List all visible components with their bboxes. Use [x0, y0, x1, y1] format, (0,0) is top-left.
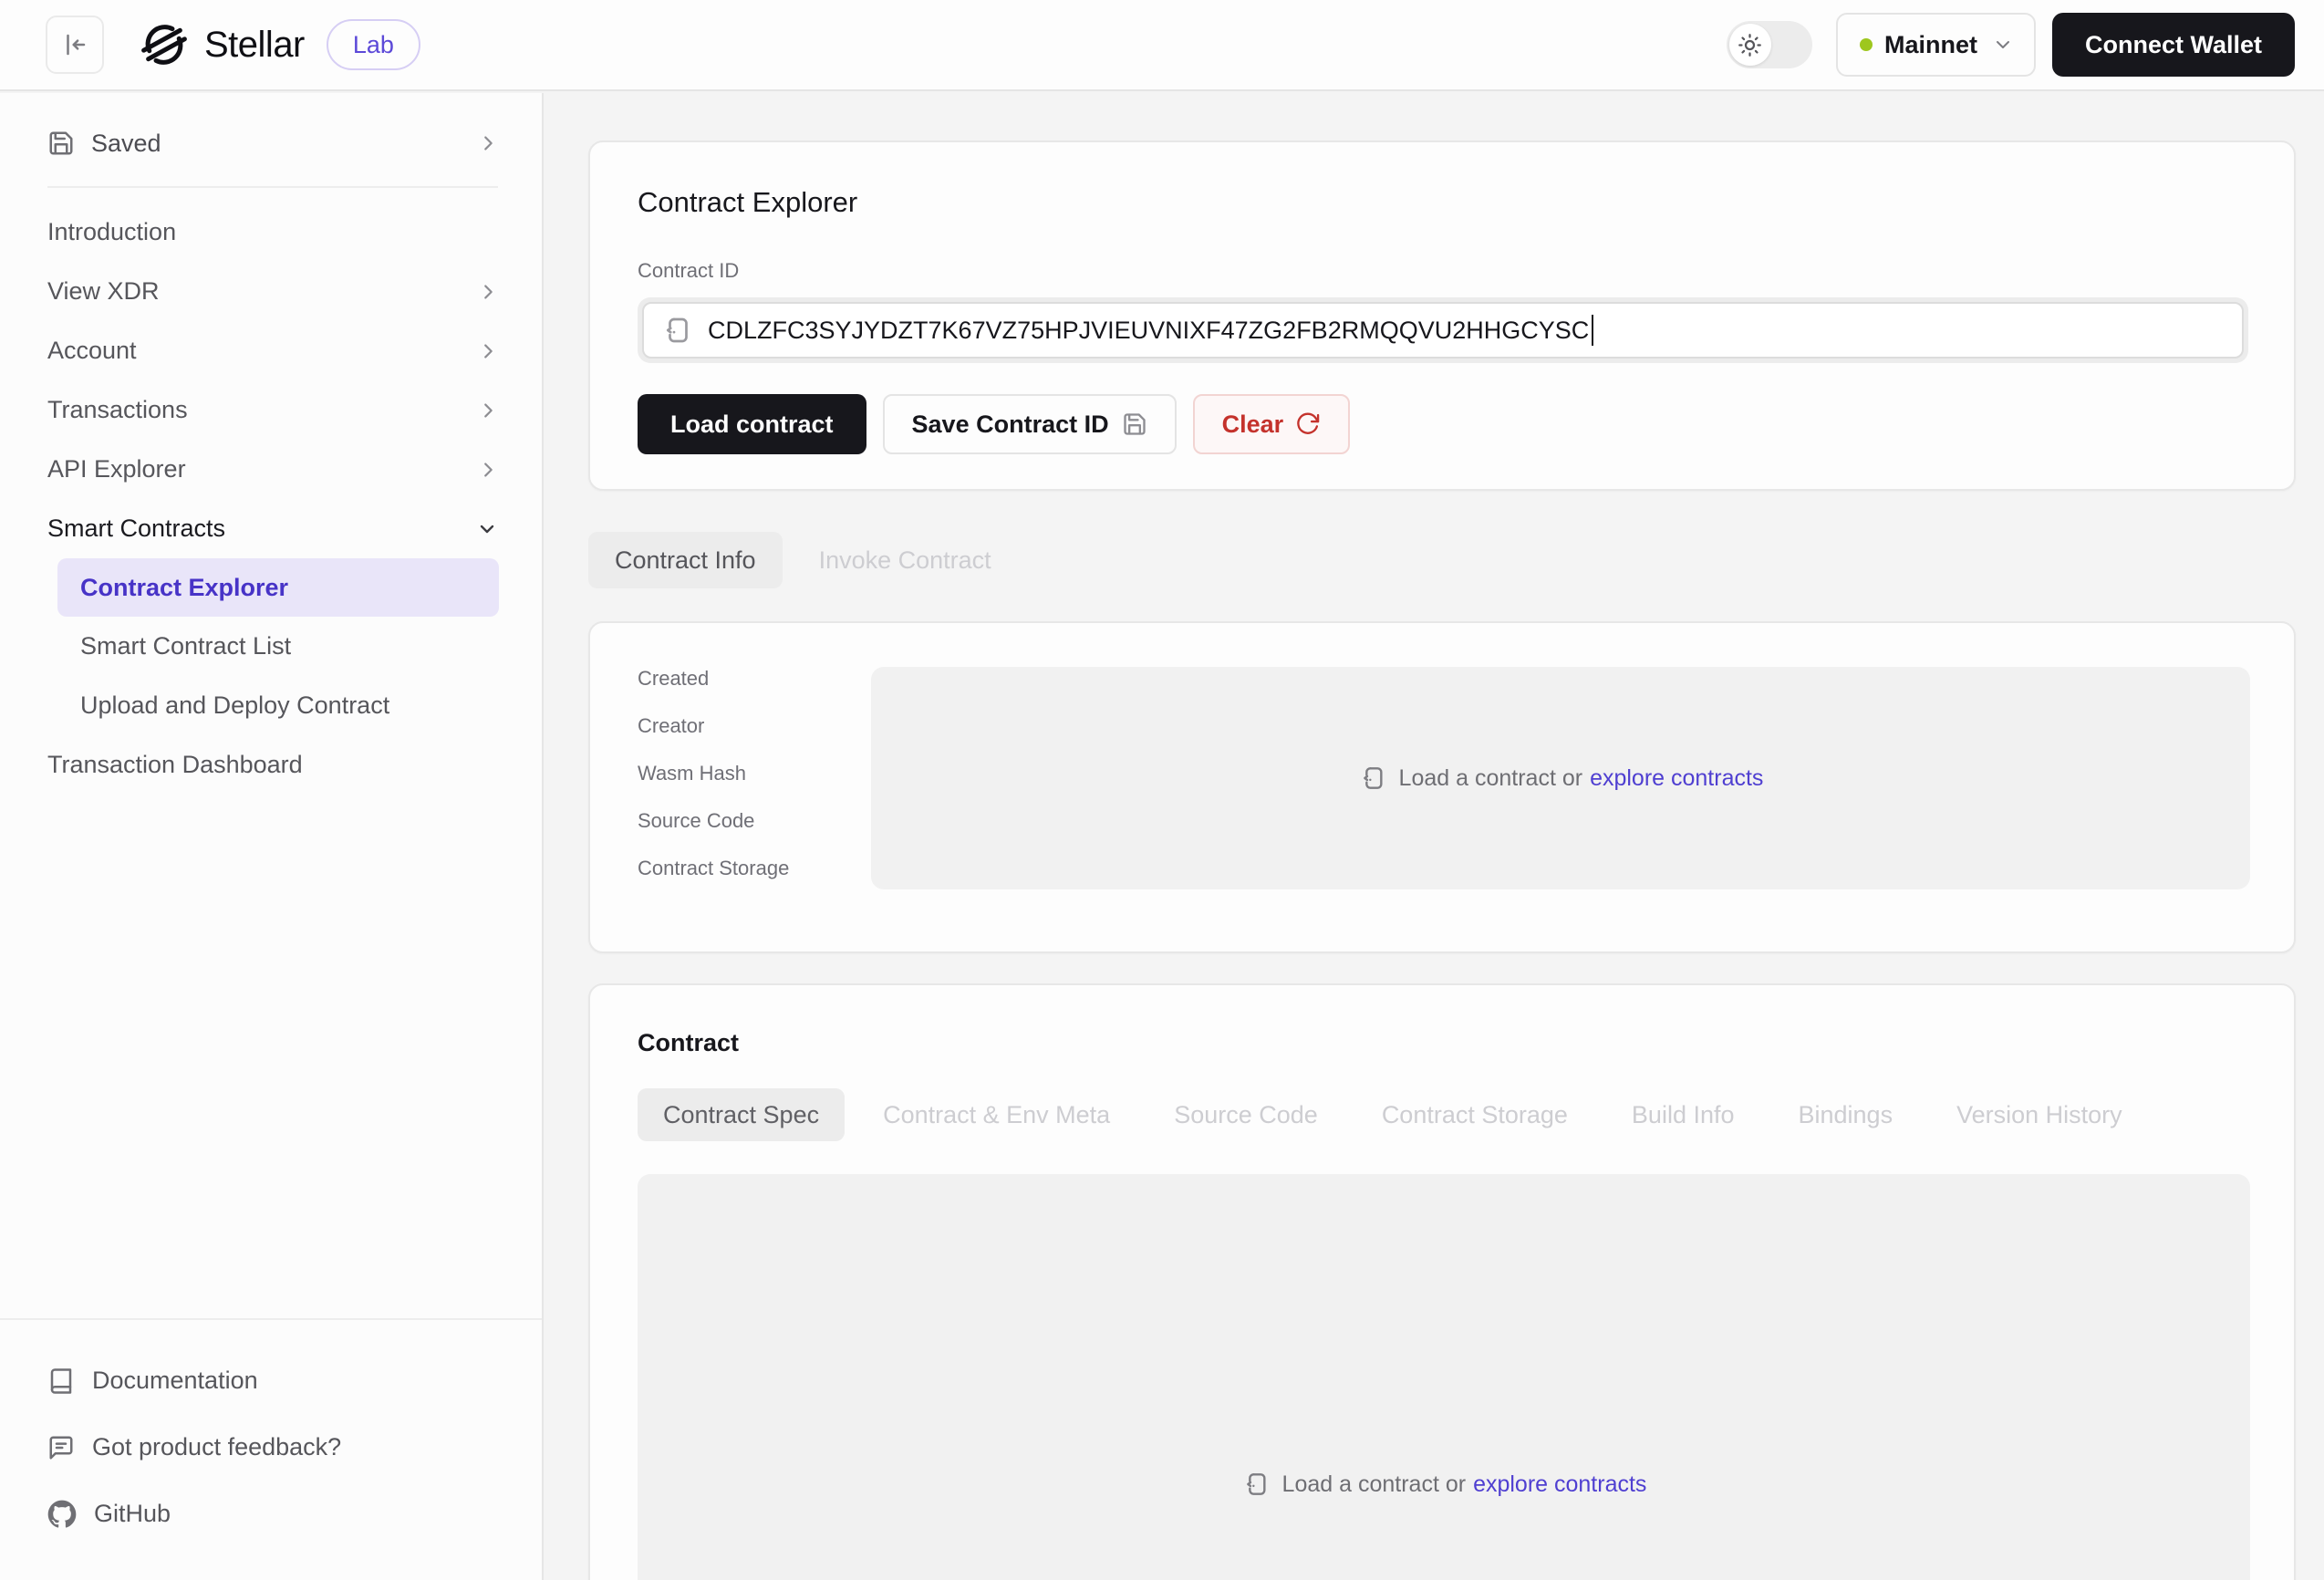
- sidebar-item-label: Contract Explorer: [80, 574, 288, 602]
- sidebar-item-documentation[interactable]: Documentation: [47, 1347, 498, 1414]
- creator-label: Creator: [638, 714, 871, 738]
- sidebar-item-label: Smart Contract List: [80, 632, 291, 660]
- sun-icon: [1738, 33, 1762, 57]
- contract-card-title: Contract: [638, 1029, 2250, 1057]
- collapse-sidebar-button[interactable]: [46, 16, 104, 74]
- sidebar-item-upload-deploy-contract[interactable]: Upload and Deploy Contract: [0, 676, 542, 735]
- wasm-hash-label: Wasm Hash: [638, 762, 871, 785]
- page-title: Contract Explorer: [638, 186, 2248, 219]
- created-label: Created: [638, 667, 871, 691]
- contract-id-input-shell: CDLZFC3SYJYDZT7K67VZ75HPJVIEUVNIXF47ZG2F…: [638, 297, 2248, 363]
- sidebar-item-transactions[interactable]: Transactions: [0, 380, 542, 440]
- sidebar-item-github[interactable]: GitHub: [47, 1481, 498, 1547]
- sidebar-item-label: API Explorer: [47, 455, 186, 483]
- explore-contracts-link[interactable]: explore contracts: [1590, 765, 1763, 792]
- sidebar-item-label: GitHub: [94, 1500, 171, 1528]
- sidebar-item-label: Transactions: [47, 396, 188, 424]
- clear-label: Clear: [1222, 411, 1284, 439]
- sidebar-item-saved[interactable]: Saved: [0, 113, 542, 173]
- sidebar-item-label: Transaction Dashboard: [47, 751, 303, 779]
- source-code-label: Source Code: [638, 809, 871, 833]
- chevron-right-icon: [478, 460, 498, 480]
- tab-contract-spec[interactable]: Contract Spec: [638, 1088, 845, 1141]
- sidebar-item-introduction[interactable]: Introduction: [0, 203, 542, 262]
- chevron-down-icon: [1992, 34, 2014, 56]
- contract-file-icon: [660, 314, 693, 347]
- stellar-logo: [139, 19, 190, 70]
- contract-id-label: Contract ID: [638, 259, 2248, 283]
- sidebar-item-label: Documentation: [92, 1367, 258, 1395]
- clear-button[interactable]: Clear: [1193, 394, 1351, 454]
- sidebar-item-transaction-dashboard[interactable]: Transaction Dashboard: [0, 735, 542, 795]
- contract-storage-label: Contract Storage: [638, 857, 871, 880]
- contract-file-icon: [1241, 1470, 1271, 1499]
- sidebar-footer: Documentation Got product feedback? GitH…: [0, 1318, 542, 1580]
- sidebar-item-contract-explorer[interactable]: Contract Explorer: [57, 558, 499, 617]
- sidebar-item-api-explorer[interactable]: API Explorer: [0, 440, 542, 499]
- main-content: Contract Explorer Contract ID CDLZFC3SYJ…: [544, 93, 2324, 1580]
- chevron-right-icon: [478, 133, 498, 153]
- save-icon: [47, 130, 75, 157]
- contract-id-value: CDLZFC3SYJYDZT7K67VZ75HPJVIEUVNIXF47ZG2F…: [708, 317, 1589, 345]
- chevron-down-icon: [476, 518, 498, 540]
- theme-toggle[interactable]: [1727, 21, 1812, 68]
- chevron-right-icon: [478, 400, 498, 421]
- text-caret: [1592, 315, 1593, 346]
- contract-info-labels: Created Creator Wasm Hash Source Code Co…: [638, 667, 871, 904]
- contract-spec-tabs: Contract Spec Contract & Env Meta Source…: [638, 1088, 2250, 1141]
- sidebar-item-smart-contract-list[interactable]: Smart Contract List: [0, 617, 542, 676]
- contract-id-input[interactable]: CDLZFC3SYJYDZT7K67VZ75HPJVIEUVNIXF47ZG2F…: [642, 302, 2244, 359]
- network-status-dot: [1860, 38, 1873, 51]
- explore-contracts-link[interactable]: explore contracts: [1473, 1471, 1646, 1498]
- tab-version-history[interactable]: Version History: [1931, 1088, 2148, 1141]
- chevron-right-icon: [478, 282, 498, 302]
- save-contract-id-label: Save Contract ID: [912, 411, 1109, 439]
- sidebar: Saved Introduction View XDR Account Tran…: [0, 93, 544, 1580]
- contract-explorer-card: Contract Explorer Contract ID CDLZFC3SYJ…: [588, 140, 2296, 491]
- sidebar-item-label: Account: [47, 337, 137, 365]
- save-icon: [1122, 411, 1147, 437]
- tab-contract-env-meta[interactable]: Contract & Env Meta: [857, 1088, 1136, 1141]
- tab-bindings[interactable]: Bindings: [1773, 1088, 1919, 1141]
- contract-spec-empty-box: Load a contract or explore contracts: [638, 1174, 2250, 1580]
- load-contract-button[interactable]: Load contract: [638, 394, 866, 454]
- lab-badge: Lab: [327, 19, 420, 70]
- tab-build-info[interactable]: Build Info: [1606, 1088, 1760, 1141]
- brand-name: Stellar: [204, 25, 305, 66]
- network-label: Mainnet: [1884, 31, 1977, 59]
- sidebar-item-label: Got product feedback?: [92, 1433, 341, 1461]
- contract-info-card: Created Creator Wasm Hash Source Code Co…: [588, 621, 2296, 953]
- sidebar-item-smart-contracts[interactable]: Smart Contracts: [0, 499, 542, 558]
- empty-state-text: Load a contract or: [1399, 765, 1583, 792]
- sidebar-item-view-xdr[interactable]: View XDR: [0, 262, 542, 321]
- contract-card: Contract Contract Spec Contract & Env Me…: [588, 983, 2296, 1580]
- save-contract-id-button[interactable]: Save Contract ID: [883, 394, 1177, 454]
- refresh-icon: [1295, 411, 1321, 437]
- collapse-sidebar-icon: [61, 31, 88, 58]
- chevron-right-icon: [478, 341, 498, 361]
- sidebar-item-label: Smart Contracts: [47, 515, 225, 543]
- contract-tabs: Contract Info Invoke Contract: [588, 532, 2296, 588]
- contract-info-empty-box: Load a contract or explore contracts: [871, 667, 2250, 889]
- github-icon: [47, 1500, 77, 1529]
- tab-contract-storage[interactable]: Contract Storage: [1356, 1088, 1593, 1141]
- sidebar-item-label: Introduction: [47, 218, 176, 246]
- brand[interactable]: Stellar Lab: [139, 19, 420, 70]
- empty-state-text: Load a contract or: [1282, 1471, 1467, 1498]
- tab-contract-info[interactable]: Contract Info: [588, 532, 783, 588]
- network-selector[interactable]: Mainnet: [1836, 13, 2036, 77]
- sidebar-item-label: Upload and Deploy Contract: [80, 691, 389, 720]
- tab-source-code[interactable]: Source Code: [1148, 1088, 1344, 1141]
- connect-wallet-button[interactable]: Connect Wallet: [2052, 13, 2295, 77]
- sidebar-item-label: Saved: [91, 130, 161, 158]
- sidebar-divider: [47, 186, 498, 188]
- feedback-icon: [47, 1434, 75, 1461]
- top-header: Stellar Lab Mainnet Connect Wallet: [0, 0, 2324, 91]
- contract-file-icon: [1358, 764, 1387, 793]
- sidebar-item-label: View XDR: [47, 277, 160, 306]
- sidebar-item-feedback[interactable]: Got product feedback?: [47, 1414, 498, 1481]
- tab-invoke-contract[interactable]: Invoke Contract: [794, 532, 1017, 588]
- sidebar-item-account[interactable]: Account: [0, 321, 542, 380]
- book-icon: [47, 1367, 75, 1395]
